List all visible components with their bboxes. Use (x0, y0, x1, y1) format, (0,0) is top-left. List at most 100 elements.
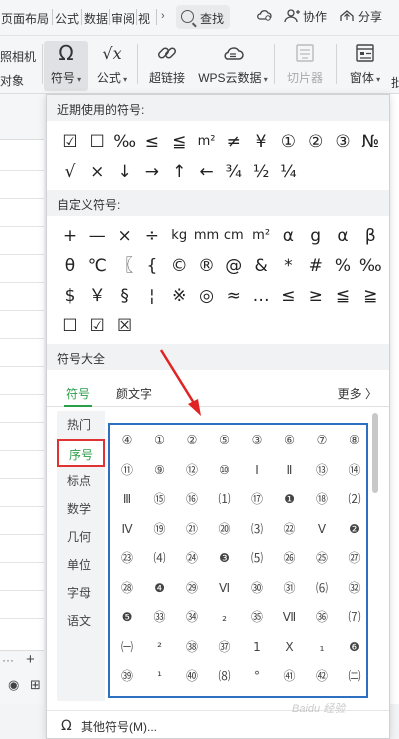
symbol-cell[interactable]: ¼ (273, 157, 303, 187)
share-button[interactable]: 分享 (339, 8, 382, 25)
category-item[interactable]: 热门 (57, 411, 105, 439)
symbol-cell[interactable]: ☐ (55, 311, 85, 341)
grid-symbol-cell[interactable]: ㉛ (275, 575, 305, 601)
add-sheet-icon[interactable]: + (26, 651, 35, 668)
grid-symbol-cell[interactable]: ⑮ (145, 486, 175, 512)
grid-symbol-cell[interactable]: ㉚ (242, 575, 272, 601)
menu-page-layout[interactable]: 页面布局 (1, 10, 49, 27)
grid-symbol-cell[interactable]: ⑴ (210, 486, 240, 512)
window-button[interactable]: 窗体 ▾ (344, 41, 386, 86)
grid-symbol-cell[interactable]: Ⅳ (112, 516, 142, 542)
grid-symbol-cell[interactable]: ⑬ (307, 457, 337, 483)
symbol-cell[interactable]: ↓ (110, 157, 140, 187)
symbol-cell[interactable]: √ (55, 157, 85, 187)
grid-symbol-cell[interactable]: ㊷ (307, 663, 337, 689)
grid-symbol-cell[interactable]: ㈠ (112, 634, 142, 660)
grid-symbol-cell[interactable]: ㊲ (210, 634, 240, 660)
category-item[interactable]: 几何 (57, 523, 105, 551)
symbol-cell[interactable]: ◎ (192, 281, 222, 311)
grid-symbol-cell[interactable]: ㊵ (177, 663, 207, 689)
symbol-cell[interactable]: ≤ (137, 127, 167, 157)
symbol-cell[interactable]: ☑ (82, 311, 112, 341)
grid-symbol-cell[interactable]: ❹ (145, 575, 175, 601)
grid-symbol-cell[interactable]: Ⅲ (112, 486, 142, 512)
grid-symbol-cell[interactable]: ⑨ (145, 457, 175, 483)
symbol-cell[interactable]: * (273, 251, 303, 281)
symbol-cell[interactable]: ¥ (246, 127, 276, 157)
symbol-cell[interactable]: cm (219, 221, 249, 251)
grid-symbol-cell[interactable]: ⑰ (242, 486, 272, 512)
grid-symbol-cell[interactable]: ⑺ (340, 604, 370, 630)
grid-symbol-cell[interactable]: ❻ (340, 634, 370, 660)
cloud-sync-button[interactable] (256, 8, 275, 23)
symbol-cell[interactable]: ¾ (219, 157, 249, 187)
grid-symbol-cell[interactable]: ⑷ (145, 545, 175, 571)
grid-scrollbar[interactable] (372, 413, 378, 703)
symbol-cell[interactable]: ≈ (219, 281, 249, 311)
grid-symbol-cell[interactable]: Ⅴ (307, 516, 337, 542)
grid-symbol-cell[interactable]: ① (145, 427, 175, 453)
grid-symbol-cell[interactable]: ㊴ (112, 663, 142, 689)
grid-symbol-cell[interactable]: ㉔ (177, 545, 207, 571)
symbol-cell[interactable]: m² (192, 127, 222, 157)
tab-kaomoji[interactable]: 颜文字 (116, 385, 152, 402)
symbol-cell[interactable]: ← (192, 157, 222, 187)
grid-symbol-cell[interactable]: Ⅶ (275, 604, 305, 630)
grid-symbol-cell[interactable]: ⑫ (177, 457, 207, 483)
grid-symbol-cell[interactable]: ㊱ (307, 604, 337, 630)
ribbon-cutoff-label[interactable]: 批 (391, 74, 399, 91)
menu-view[interactable]: 视 (138, 10, 150, 27)
grid-symbol-cell[interactable]: ㉕ (307, 545, 337, 571)
ribbon-object-label[interactable]: 对象 (0, 72, 24, 89)
grid-symbol-cell[interactable]: ③ (242, 427, 272, 453)
spreadsheet-area[interactable] (0, 94, 44, 704)
symbol-cell[interactable]: α (273, 221, 303, 251)
grid-symbol-cell[interactable]: ❷ (340, 516, 370, 542)
grid-symbol-cell[interactable]: ⑻ (210, 663, 240, 689)
symbol-cell[interactable]: × (110, 221, 140, 251)
grid-symbol-cell[interactable]: ㉟ (242, 604, 272, 630)
symbol-cell[interactable]: © (164, 251, 194, 281)
symbol-cell[interactable]: ↑ (164, 157, 194, 187)
tab-symbol[interactable]: 符号 (66, 385, 90, 402)
symbol-cell[interactable]: ≧ (355, 281, 385, 311)
grid-symbol-cell[interactable]: ④ (112, 427, 142, 453)
grid-symbol-cell[interactable]: ㉗ (340, 545, 370, 571)
symbol-cell[interactable]: mm (192, 221, 222, 251)
symbol-cell[interactable]: ￥ (82, 281, 112, 311)
more-link[interactable]: 更多 〉 (338, 385, 377, 402)
category-item[interactable]: 序号 (57, 439, 105, 467)
grid-symbol-cell[interactable]: ⑧ (340, 427, 370, 453)
wps-cloud-data-button[interactable]: WPS云数据 ▾ (198, 41, 268, 86)
symbol-cell[interactable]: § (110, 281, 140, 311)
grid-symbol-cell[interactable]: ⑳ (210, 516, 240, 542)
category-item[interactable]: 数学 (57, 495, 105, 523)
symbol-cell[interactable]: # (301, 251, 331, 281)
grid-symbol-cell[interactable]: ⑥ (275, 427, 305, 453)
grid-symbol-cell[interactable]: ② (177, 427, 207, 453)
grid-symbol-cell[interactable]: ❶ (275, 486, 305, 512)
symbol-cell[interactable]: $ (55, 281, 85, 311)
symbol-cell[interactable]: @ (219, 251, 249, 281)
search-button[interactable]: 查找 (176, 5, 230, 29)
grid-symbol-cell[interactable]: ⑩ (210, 457, 240, 483)
grid-symbol-cell[interactable]: ㉑ (177, 516, 207, 542)
symbol-cell[interactable]: + (55, 221, 85, 251)
grid-symbol-cell[interactable]: ⑦ (307, 427, 337, 453)
symbol-cell[interactable]: ③ (328, 127, 358, 157)
hyperlink-button[interactable]: 超链接 (146, 41, 188, 86)
symbol-cell[interactable]: ¦ (137, 281, 167, 311)
grid-symbol-cell[interactable]: ㉖ (275, 545, 305, 571)
symbol-cell[interactable]: ① (273, 127, 303, 157)
eye-icon[interactable]: ◉ (8, 677, 19, 693)
grid-symbol-cell[interactable]: ¹ (145, 663, 175, 689)
category-item[interactable]: 标点 (57, 467, 105, 495)
grid-symbol-cell[interactable]: ❸ (210, 545, 240, 571)
menu-formula[interactable]: 公式 (55, 10, 79, 27)
grid-symbol-cell[interactable]: ⑤ (210, 427, 240, 453)
symbol-cell[interactable]: — (82, 221, 112, 251)
grid-symbol-cell[interactable]: ㉓ (112, 545, 142, 571)
menu-data[interactable]: 数据 (84, 10, 108, 27)
symbol-cell[interactable]: θ (55, 251, 85, 281)
grid-symbol-cell[interactable]: Ⅰ (242, 457, 272, 483)
